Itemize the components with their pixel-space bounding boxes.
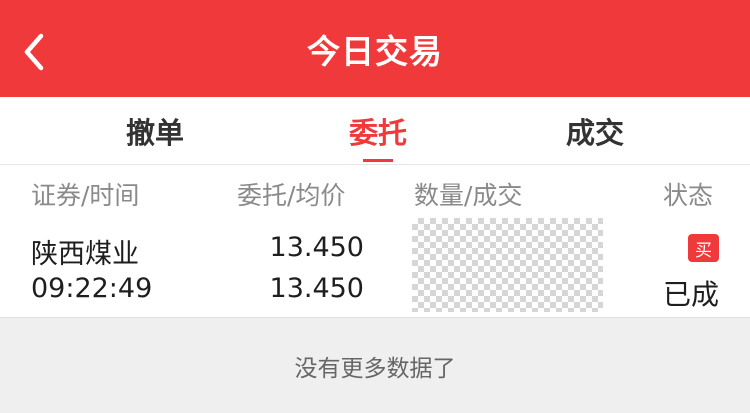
tab-bar: 撤单 委托 成交	[0, 97, 750, 165]
tab-orders[interactable]: 委托	[318, 97, 438, 165]
active-tab-indicator	[363, 159, 393, 162]
order-time: 09:22:49	[31, 273, 153, 304]
list-footer: 没有更多数据了	[0, 317, 750, 413]
page-title: 今日交易	[307, 31, 443, 71]
quantity-redacted-area	[412, 218, 603, 312]
order-status: 已成	[662, 278, 719, 311]
tab-cancel-order[interactable]: 撤单	[95, 97, 215, 165]
back-button[interactable]	[12, 26, 56, 78]
no-more-data-text: 没有更多数据了	[294, 355, 456, 382]
average-price: 13.450	[269, 273, 364, 304]
column-header-order-avg-price: 委托/均价	[237, 181, 346, 210]
security-name: 陕西煤业	[31, 239, 139, 270]
column-header-security-time: 证券/时间	[31, 181, 140, 210]
column-header-quantity-filled: 数量/成交	[414, 181, 523, 210]
order-price: 13.450	[269, 232, 364, 263]
tab-trades[interactable]: 成交	[535, 97, 655, 165]
chevron-left-icon	[24, 33, 44, 71]
buy-side-badge: 买	[688, 234, 719, 262]
column-header-status: 状态	[663, 181, 714, 210]
table-row[interactable]: 陕西煤业 09:22:49 13.450 13.450 买 已成	[0, 217, 750, 317]
app-header: 今日交易	[0, 0, 750, 97]
